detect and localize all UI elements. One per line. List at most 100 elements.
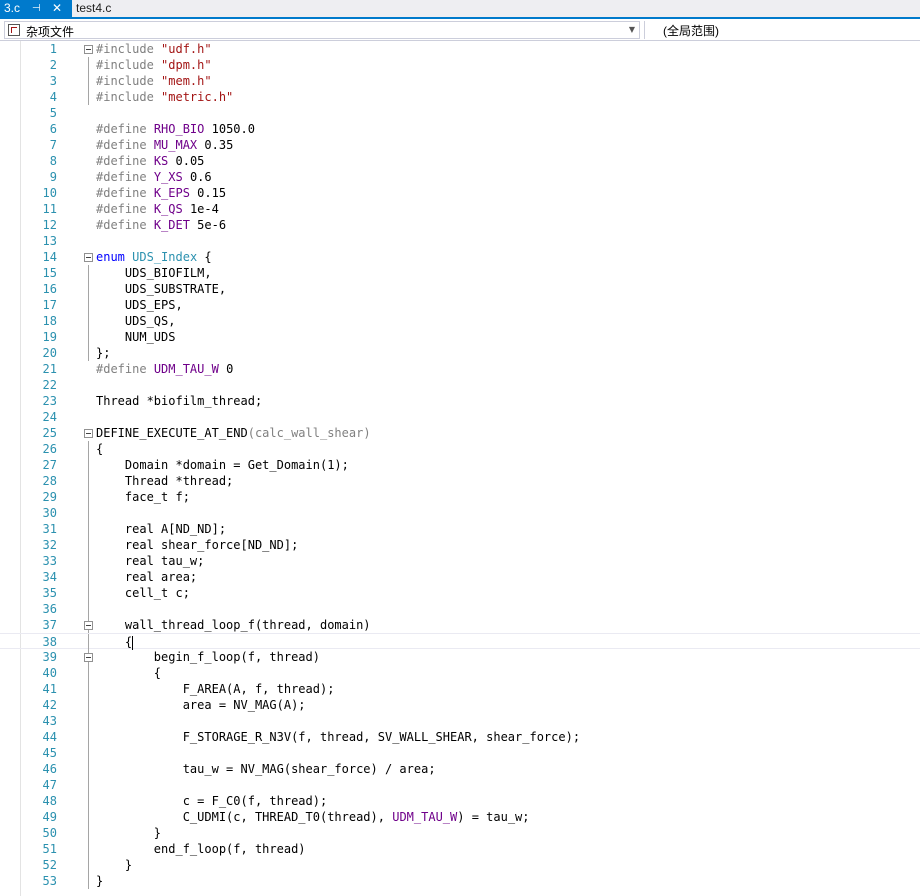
code-line[interactable]: 32 real shear_force[ND_ND];: [0, 537, 920, 553]
line-number: 10: [42, 186, 57, 200]
code-text: c = F_C0(f, thread);: [96, 794, 328, 808]
code-line[interactable]: 5: [0, 105, 920, 121]
code-line[interactable]: 1 #include "udf.h": [0, 41, 920, 57]
line-number: 41: [42, 682, 57, 696]
code-line[interactable]: 22: [0, 377, 920, 393]
tab-3-c[interactable]: 3.c ⊣ ✕: [0, 0, 72, 17]
code-line[interactable]: 29 face_t f;: [0, 489, 920, 505]
code-line[interactable]: 37 wall_thread_loop_f(thread, domain): [0, 617, 920, 633]
code-line[interactable]: 33 real tau_w;: [0, 553, 920, 569]
line-number: 35: [42, 586, 57, 600]
close-icon[interactable]: ✕: [52, 0, 62, 17]
code-line[interactable]: 30: [0, 505, 920, 521]
code-line[interactable]: 35 cell_t c;: [0, 585, 920, 601]
code-line[interactable]: 45: [0, 745, 920, 761]
code-line[interactable]: 9 #define Y_XS 0.6: [0, 169, 920, 185]
code-line[interactable]: 44 F_STORAGE_R_N3V(f, thread, SV_WALL_SH…: [0, 729, 920, 745]
code-line[interactable]: 4 #include "metric.h": [0, 89, 920, 105]
outline-guide: [88, 857, 89, 873]
project-dropdown[interactable]: 杂项文件 ▼: [4, 21, 640, 39]
tab-test4-c[interactable]: test4.c: [72, 0, 122, 17]
code-line[interactable]: 39 begin_f_loop(f, thread): [0, 649, 920, 665]
line-number: 7: [49, 138, 57, 152]
code-line[interactable]: 20};: [0, 345, 920, 361]
line-number: 33: [42, 554, 57, 568]
outline-guide: [88, 313, 89, 329]
code-line[interactable]: 3 #include "mem.h": [0, 73, 920, 89]
code-line[interactable]: 7 #define MU_MAX 0.35: [0, 137, 920, 153]
code-editor[interactable]: 1 #include "udf.h" 2 #include "dpm.h" 3 #incl…: [0, 41, 920, 896]
line-number: 44: [42, 730, 57, 744]
code-text: {: [96, 666, 162, 680]
collapse-icon[interactable]: [84, 429, 93, 438]
scope-dropdown[interactable]: (全局范围): [644, 21, 920, 39]
code-line[interactable]: 34 real area;: [0, 569, 920, 585]
code-line[interactable]: 48 c = F_C0(f, thread);: [0, 793, 920, 809]
code-line[interactable]: 18 UDS_QS,: [0, 313, 920, 329]
code-line[interactable]: 28 Thread *thread;: [0, 473, 920, 489]
code-line[interactable]: 49 C_UDMI(c, THREAD_T0(thread), UDM_TAU_…: [0, 809, 920, 825]
chevron-down-icon[interactable]: ▼: [629, 25, 635, 34]
code-line[interactable]: 8 #define KS 0.05: [0, 153, 920, 169]
code-text: real area;: [96, 570, 198, 584]
code-line[interactable]: 51 end_f_loop(f, thread): [0, 841, 920, 857]
code-line[interactable]: 14 enum UDS_Index {: [0, 249, 920, 265]
code-line[interactable]: 52 }: [0, 857, 920, 873]
code-line[interactable]: 27 Domain *domain = Get_Domain(1);: [0, 457, 920, 473]
code-line[interactable]: 36: [0, 601, 920, 617]
line-number: 4: [49, 90, 57, 104]
code-line[interactable]: 13: [0, 233, 920, 249]
collapse-icon[interactable]: [84, 653, 93, 662]
code-line[interactable]: 47: [0, 777, 920, 793]
outline-guide: [88, 57, 89, 73]
code-line[interactable]: 19 NUM_UDS: [0, 329, 920, 345]
line-number: 47: [42, 778, 57, 792]
project-dropdown-label: 杂项文件: [26, 25, 75, 39]
code-line[interactable]: 6 #define RHO_BIO 1050.0: [0, 121, 920, 137]
code-line[interactable]: 10 #define K_EPS 0.15: [0, 185, 920, 201]
tab-label: test4.c: [76, 1, 112, 15]
line-number: 53: [42, 874, 57, 888]
line-number: 34: [42, 570, 57, 584]
code-line[interactable]: 24: [0, 409, 920, 425]
code-line[interactable]: 50 }: [0, 825, 920, 841]
line-number: 13: [42, 234, 57, 248]
code-line[interactable]: 16 UDS_SUBSTRATE,: [0, 281, 920, 297]
code-line[interactable]: 2 #include "dpm.h": [0, 57, 920, 73]
line-number: 30: [42, 506, 57, 520]
outline-guide: [88, 729, 89, 745]
code-line[interactable]: 12 #define K_DET 5e-6: [0, 217, 920, 233]
code-line[interactable]: 21 #define UDM_TAU_W 0: [0, 361, 920, 377]
code-line[interactable]: 23 Thread *biofilm_thread;: [0, 393, 920, 409]
code-line[interactable]: 25 DEFINE_EXECUTE_AT_END(calc_wall_shear): [0, 425, 920, 441]
line-number: 50: [42, 826, 57, 840]
collapse-icon[interactable]: [84, 621, 93, 630]
code-line[interactable]: 26 {: [0, 441, 920, 457]
collapse-icon[interactable]: [84, 45, 93, 54]
collapse-icon[interactable]: [84, 253, 93, 262]
code-line[interactable]: 15 UDS_BIOFILM,: [0, 265, 920, 281]
code-line[interactable]: 38 {: [0, 633, 920, 650]
code-line[interactable]: 42 area = NV_MAG(A);: [0, 697, 920, 713]
line-number: 23: [42, 394, 57, 408]
line-number: 42: [42, 698, 57, 712]
code-text: #define MU_MAX 0.35: [96, 138, 234, 152]
code-line[interactable]: 41 F_AREA(A, f, thread);: [0, 681, 920, 697]
line-number: 39: [42, 650, 57, 664]
code-line[interactable]: 11 #define K_QS 1e-4: [0, 201, 920, 217]
outline-guide: [88, 441, 89, 457]
line-number: 1: [49, 42, 57, 56]
code-line[interactable]: 17 UDS_EPS,: [0, 297, 920, 313]
outline-guide: [88, 297, 89, 313]
pin-icon[interactable]: ⊣: [32, 0, 41, 17]
code-line[interactable]: 53}: [0, 873, 920, 889]
outline-guide: [88, 873, 89, 889]
code-text: F_STORAGE_R_N3V(f, thread, SV_WALL_SHEAR…: [96, 730, 581, 744]
code-line[interactable]: 43: [0, 713, 920, 729]
code-line[interactable]: 40 {: [0, 665, 920, 681]
outline-guide: [88, 665, 89, 681]
code-line[interactable]: 31 real A[ND_ND];: [0, 521, 920, 537]
code-line[interactable]: 46 tau_w = NV_MAG(shear_force) / area;: [0, 761, 920, 777]
line-number: 31: [42, 522, 57, 536]
line-number: 45: [42, 746, 57, 760]
